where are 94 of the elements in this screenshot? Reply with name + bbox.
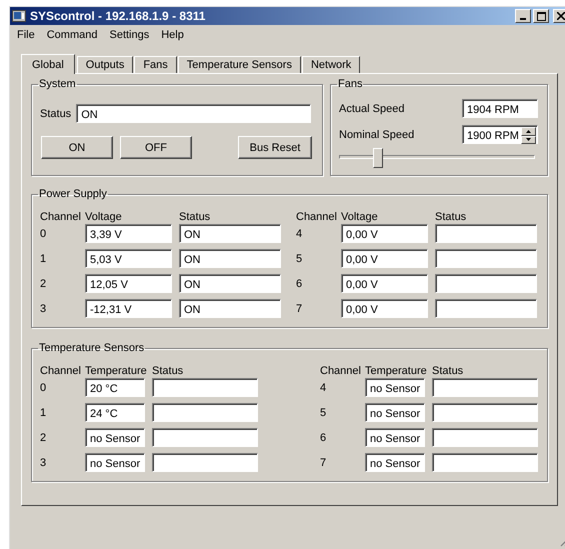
channel-number: 2 [40, 278, 48, 290]
column-header: Temperature [365, 365, 428, 377]
spin-up-button[interactable] [521, 127, 536, 136]
group-title: Power Supply [38, 188, 108, 200]
column-header: Channel [296, 211, 338, 223]
channel-number: 1 [40, 252, 48, 264]
status-field[interactable] [432, 378, 538, 397]
voltage-field[interactable]: 3,39 V [85, 224, 172, 243]
down-arrow-icon [526, 138, 531, 142]
channel-number: 3 [40, 456, 48, 468]
tab[interactable]: Outputs [76, 56, 134, 73]
status-field[interactable] [435, 299, 537, 318]
status-field[interactable]: ON [179, 249, 281, 268]
channel-number: 0 [40, 228, 48, 240]
up-arrow-icon [526, 130, 531, 133]
temperature-field[interactable]: no Sensor [365, 403, 425, 422]
status-field[interactable]: ON [76, 104, 312, 123]
status-field[interactable]: ON [179, 274, 281, 293]
status-field[interactable] [432, 453, 538, 472]
status-field[interactable] [152, 378, 258, 397]
status-field[interactable] [432, 428, 538, 447]
speed-slider[interactable] [339, 148, 535, 168]
column-header: Voltage [85, 211, 123, 223]
actual-speed-field[interactable]: 1904 RPM [462, 99, 538, 118]
column-header: Channel [40, 211, 82, 223]
channel-number: 1 [40, 406, 48, 418]
voltage-field[interactable]: 12,05 V [85, 274, 172, 293]
app-icon [12, 10, 26, 22]
temperature-field[interactable]: 20 °C [85, 378, 145, 397]
column-header: Channel [40, 365, 82, 377]
column-header: Channel [320, 365, 362, 377]
status-field[interactable] [432, 403, 538, 422]
column-header: Voltage [341, 211, 379, 223]
nominal-speed-spinbox[interactable]: 1900 RPM [462, 125, 538, 144]
voltage-field[interactable]: 0,00 V [341, 249, 428, 268]
status-field[interactable]: ON [179, 224, 281, 243]
column-header: Status [152, 365, 184, 377]
status-field[interactable] [435, 249, 537, 268]
menu-item[interactable]: Command [40, 28, 104, 40]
action-button[interactable]: ON [41, 136, 113, 159]
group-title: Temperature Sensors [38, 342, 146, 354]
action-button[interactable]: OFF [120, 136, 192, 159]
channel-number: 0 [40, 382, 48, 394]
column-header: Temperature [85, 365, 148, 377]
maximize-icon [536, 12, 546, 20]
status-field[interactable] [152, 403, 258, 422]
channel-number: 5 [320, 406, 328, 418]
column-header: Status [179, 211, 212, 223]
channel-number: 2 [40, 432, 48, 444]
temperature-field[interactable]: no Sensor [85, 428, 145, 447]
minimize-button[interactable] [515, 9, 531, 23]
tab[interactable]: Temperature Sensors [178, 56, 301, 73]
status-field[interactable] [152, 428, 258, 447]
temperature-field[interactable]: 24 °C [85, 403, 145, 422]
group-title: Fans [337, 78, 364, 90]
menu-item[interactable]: Settings [103, 28, 156, 40]
menu-item[interactable]: File [11, 28, 41, 40]
voltage-field[interactable]: 0,00 V [341, 299, 428, 318]
voltage-field[interactable]: -12,31 V [85, 299, 172, 318]
temperature-field[interactable]: no Sensor [365, 453, 425, 472]
voltage-field[interactable]: 5,03 V [85, 249, 172, 268]
actual-speed-label: Actual Speed [339, 102, 404, 114]
status-field[interactable] [435, 274, 537, 293]
slider-thumb[interactable] [373, 148, 384, 168]
column-header: Status [432, 365, 464, 377]
temperature-field[interactable]: no Sensor [365, 378, 425, 397]
status-label: Status [40, 108, 72, 120]
menu-item[interactable]: Help [155, 28, 190, 40]
channel-number: 4 [320, 382, 328, 394]
close-button[interactable] [553, 9, 565, 23]
group-title: System [38, 78, 77, 90]
channel-number: 4 [296, 228, 304, 240]
status-field[interactable] [152, 453, 258, 472]
status-field[interactable]: ON [179, 299, 281, 318]
tab[interactable]: Fans [134, 56, 177, 73]
voltage-field[interactable]: 0,00 V [341, 224, 428, 243]
tab[interactable]: Network [302, 56, 360, 73]
voltage-field[interactable]: 0,00 V [341, 274, 428, 293]
column-header: Status [435, 211, 468, 223]
nominal-speed-label: Nominal Speed [339, 128, 414, 140]
channel-number: 6 [320, 432, 328, 444]
tab[interactable]: Global [21, 54, 75, 74]
window-title: SYScontrol - 192.168.1.9 - 8311 [30, 9, 206, 23]
temperature-field[interactable]: no Sensor [85, 453, 145, 472]
channel-number: 6 [296, 278, 304, 290]
temperature-field[interactable]: no Sensor [365, 428, 425, 447]
channel-number: 7 [296, 302, 304, 314]
status-field[interactable] [435, 224, 537, 243]
close-icon [557, 12, 565, 20]
channel-number: 5 [296, 252, 304, 264]
channel-number: 3 [40, 302, 48, 314]
maximize-button[interactable] [533, 9, 549, 23]
action-button[interactable]: Bus Reset [238, 136, 312, 159]
channel-number: 7 [320, 456, 328, 468]
